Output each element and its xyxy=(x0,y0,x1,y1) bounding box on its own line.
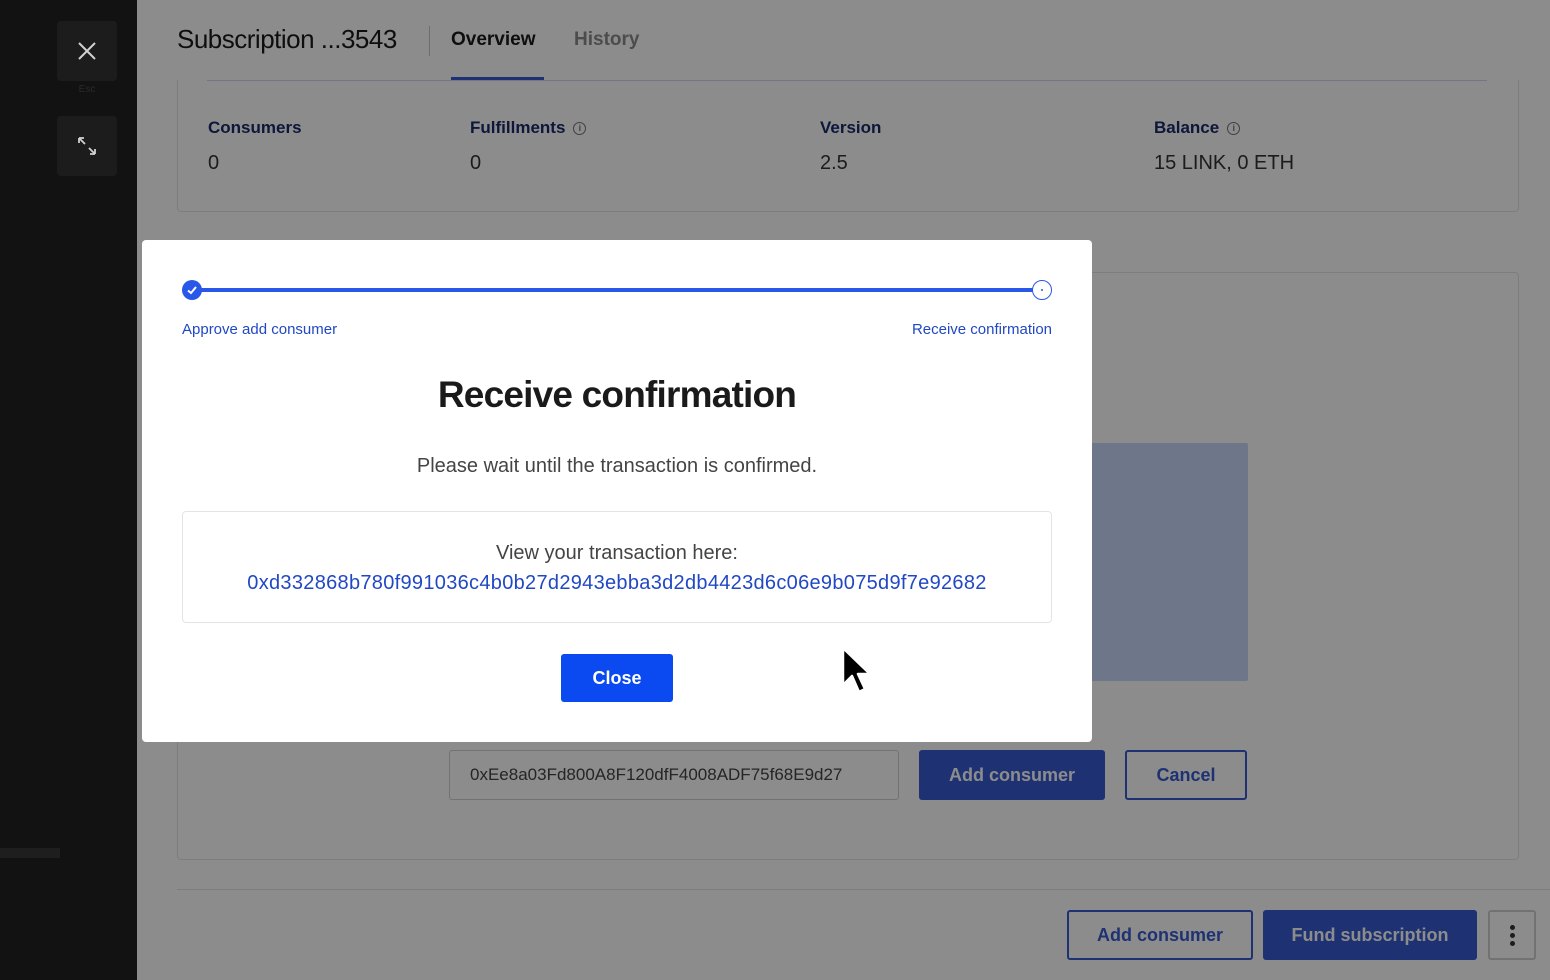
close-button[interactable]: Close xyxy=(561,654,673,702)
transaction-label: View your transaction here: xyxy=(496,542,738,564)
step-complete-icon xyxy=(182,280,202,300)
close-panel-button[interactable] xyxy=(57,21,117,81)
confirmation-modal: Approve add consumer Receive confirmatio… xyxy=(142,240,1092,742)
esc-hint: Esc xyxy=(78,84,96,95)
transaction-box: View your transaction here: 0xd332868b78… xyxy=(182,511,1052,623)
mouse-cursor-icon xyxy=(841,646,872,694)
modal-title: Receive confirmation xyxy=(437,374,797,415)
step-label-confirm: Receive confirmation xyxy=(911,321,1052,338)
modal-subtitle: Please wait until the transaction is con… xyxy=(416,455,818,477)
side-rail: Esc xyxy=(0,0,137,980)
check-icon xyxy=(187,286,197,295)
expand-panel-button[interactable] xyxy=(57,116,117,176)
step-label-approve: Approve add consumer xyxy=(182,321,338,338)
transaction-hash-link[interactable]: 0xd332868b780f991036c4b0b27d2943ebba3d2d… xyxy=(183,572,1051,595)
rail-divider xyxy=(0,848,60,858)
progress-track xyxy=(192,288,1042,292)
expand-icon xyxy=(78,137,96,155)
close-icon xyxy=(78,42,96,60)
step-pending-icon xyxy=(1032,280,1052,300)
